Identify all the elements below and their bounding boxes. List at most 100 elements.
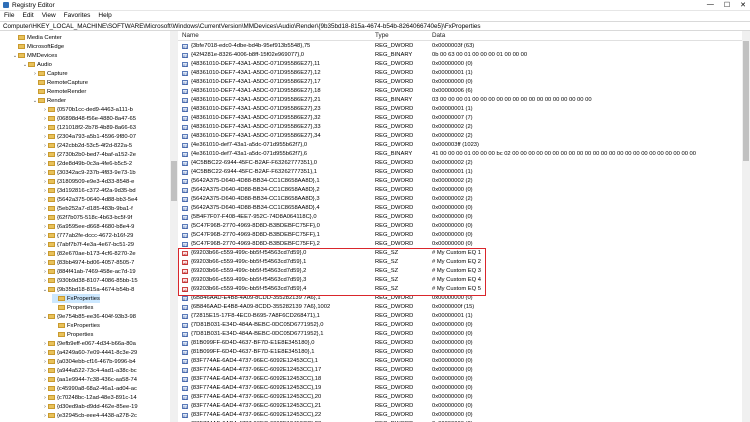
tree-node[interactable]: ⌄ {9e754b85-ee36-404f-93b3-98 <box>42 312 136 321</box>
table-row[interactable]: 01 {48361010-DEF7-43A1-A5DC-071D95586E27}… <box>178 69 750 78</box>
table-row[interactable]: 01 {4C5BBC22-6944-45FC-B2AF-F63262777351}… <box>178 168 750 177</box>
table-row[interactable]: 01 {7D81B031-E34D-484A-BEBC-0DC05D6771952… <box>178 330 750 339</box>
table-row[interactable]: 01 {48361010-DEF7-43A1-A5DC-071D95586E27}… <box>178 60 750 69</box>
tree-node[interactable]: › {9efb9eff-e067-4d34-b66a-80a <box>42 339 136 348</box>
column-type-header[interactable]: Type <box>375 32 389 39</box>
address-bar[interactable]: Computer\HKEY_LOCAL_MACHINE\SOFTWARE\Mic… <box>0 21 750 31</box>
table-row[interactable]: 01 {48361010-DEF7-43A1-A5DC-071D95586E27}… <box>178 96 750 105</box>
tree-node[interactable]: › {777ab2fe-dccc-4672-b16f-29 <box>42 231 133 240</box>
tree-node[interactable]: › {2de8d49b-0c3a-4fe6-b5c5-2 <box>42 159 132 168</box>
tree-node[interactable]: › {2304a793-a5b1-4596-9f80-07 <box>42 132 136 141</box>
value-data: 0x00000000 (0) <box>432 412 473 418</box>
tree-node[interactable]: › {31809509-e9e3-4d33-8548-e <box>42 177 134 186</box>
tree-node[interactable]: RemoteRender <box>32 87 86 96</box>
tree-scrollbar-thumb[interactable] <box>171 161 177 201</box>
table-row[interactable]: 01 {48361010-DEF7-43A1-A5DC-071D95586E27}… <box>178 123 750 132</box>
address-path[interactable]: Computer\HKEY_LOCAL_MACHINE\SOFTWARE\Mic… <box>3 23 481 30</box>
tree-node[interactable]: › {930b9d38-8107-4086-85bb-15 <box>42 276 137 285</box>
tree-node[interactable]: ⌄ Render <box>32 96 66 105</box>
table-row[interactable]: 01 {5C47F96B-2770-4969-8D8D-B3BDEBFC75FF}… <box>178 222 750 231</box>
tree-node-label: {0570b1cc-ded9-4463-a111-b <box>57 106 133 113</box>
table-row[interactable]: 01{83F774AE-6AD4-4737-96EC-6092E12453CC}… <box>178 402 750 411</box>
menu-file[interactable]: File <box>0 11 18 21</box>
close-button[interactable]: ✕ <box>740 1 746 9</box>
tree-node[interactable]: › {a944a522-73c4-4ad1-a38c-bc <box>42 366 136 375</box>
table-row[interactable]: 01 {5C47F96B-2770-4969-8D8D-B3BDEBFC75FF}… <box>178 231 750 240</box>
table-row[interactable]: 01{83F774AE-6AD4-4737-96EC-6092E12453CC}… <box>178 375 750 384</box>
table-row[interactable]: 01{83F774AE-6AD4-4737-96EC-6092E12453CC}… <box>178 357 750 366</box>
tree-node[interactable]: FxProperties <box>52 294 100 303</box>
tree-node[interactable]: › {c70248bc-12ad-48e3-891c-14 <box>42 393 136 402</box>
table-row[interactable]: 01{83F774AE-6AD4-4737-96EC-6092E12453CC}… <box>178 366 750 375</box>
tree-node[interactable]: › {e32945cb-eee4-4438-a278-2c <box>42 411 137 420</box>
tree-node[interactable]: ⌄ Audio <box>22 60 52 69</box>
tree-node[interactable]: ⌄ MMDevices <box>12 51 57 60</box>
tree-node[interactable]: › {d30ed9ab-d9dd-462e-85ee-19 <box>42 402 137 411</box>
table-row[interactable]: 01 {5642A375-D640-4D88-BB34-CC1C8658AA8D}… <box>178 204 750 213</box>
tree-node[interactable]: › {242cbb2d-53c5-4f2d-822a-5 <box>42 141 132 150</box>
tree-node[interactable]: Properties <box>52 303 93 312</box>
table-row[interactable]: 01 {5642A375-D640-4D88-BB34-CC1C8658AA8D}… <box>178 186 750 195</box>
table-row[interactable]: 01 {7D81B031-E34D-484A-BEBC-0DC05D6771952… <box>178 321 750 330</box>
tree-node[interactable]: FxProperties <box>52 321 100 330</box>
registry-tree[interactable]: Media Center MicrosoftEdge ⌄ MMDevices ⌄ Audi… <box>0 31 178 422</box>
tree-node[interactable]: › {5eb252a7-d185-483b-9ba1-f <box>42 204 133 213</box>
table-row[interactable]: 01 {4e361010-def7-43a1-a5dc-071d955b62f7}… <box>178 150 750 159</box>
tree-node[interactable]: › Capture <box>32 69 67 78</box>
tree-node[interactable]: MicrosoftEdge <box>12 42 64 51</box>
menu-help[interactable]: Help <box>94 11 115 21</box>
menu-view[interactable]: View <box>38 11 60 21</box>
table-row[interactable]: 01 {81B099FF-6D4D-4637-BF7D-E1E8E345180},… <box>178 348 750 357</box>
tree-node[interactable]: Properties <box>52 330 93 339</box>
table-row[interactable]: 01{83F774AE-6AD4-4737-96EC-6092E12453CC}… <box>178 393 750 402</box>
tree-node[interactable]: › {6a9595ee-d668-4680-b8e4-9 <box>42 222 134 231</box>
values-scrollbar-thumb[interactable] <box>743 41 749 161</box>
tree-node[interactable]: › {2730b2b0-bed7-4baf-a152-2e <box>42 150 136 159</box>
table-row[interactable]: 01 {48361010-DEF7-43A1-A5DC-071D95586E27}… <box>178 87 750 96</box>
maximize-button[interactable]: ☐ <box>724 1 730 9</box>
table-row[interactable]: 01 {5642A375-D640-4D88-BB34-CC1C8658AA8D}… <box>178 177 750 186</box>
values-scrollbar[interactable] <box>742 31 750 422</box>
table-row[interactable]: 01 {4e361010-def7-43a1-a5dc-071d955b62f7}… <box>178 141 750 150</box>
tree-node[interactable]: › {121018f2-2b78-4b89-8a66-63 <box>42 123 136 132</box>
tree-node[interactable]: ⌄ {9b35bd18-815a-4674-b54b-8 <box>42 285 134 294</box>
tree-node[interactable]: RemoteCapture <box>32 78 88 87</box>
tree-node[interactable]: Media Center <box>12 33 62 42</box>
column-name-header[interactable]: Name <box>182 32 199 39</box>
tree-node[interactable]: › {aa1e9944-7c38-436c-aa58-74 <box>42 375 137 384</box>
tree-node[interactable]: › {30342ac9-237b-4f83-9e73-1b <box>42 168 136 177</box>
menu-edit[interactable]: Edit <box>18 11 37 21</box>
table-row[interactable]: 01 {81B099FF-6D4D-4637-BF7D-E1E8E345180},… <box>178 339 750 348</box>
table-row[interactable]: 01 {48361010-DEF7-43A1-A5DC-071D95586E27}… <box>178 78 750 87</box>
table-row[interactable]: 01{83F774AE-6AD4-4737-96EC-6092E12453CC}… <box>178 411 750 420</box>
value-data: 0x00000000 (0) <box>432 403 473 409</box>
tree-node[interactable]: › {3d192816-c372-4f2a-9d35-bd <box>42 186 136 195</box>
tree-node[interactable]: › {a0304ebb-cf16-467b-9996-b4 <box>42 357 136 366</box>
column-data-header[interactable]: Data <box>432 32 445 39</box>
tree-scrollbar[interactable] <box>170 31 178 422</box>
tree-node[interactable]: › {884f41ab-7469-458e-ac7d-19 <box>42 267 136 276</box>
tree-node[interactable]: › {82e670ae-b173-4cf6-8270-2e <box>42 249 136 258</box>
table-row[interactable]: 01 {3bfe7018-edc0-4dbe-bd4b-95ef913b5548}… <box>178 42 750 51</box>
table-row[interactable]: 01 {5B4F7F07-F408-4EE7-952C-74D8A064118C}… <box>178 213 750 222</box>
tree-node[interactable]: › {0570b1cc-ded9-4463-a111-b <box>42 105 133 114</box>
table-row[interactable]: 01 {72815E15-17F8-4EC0-B695-7A8F6CD268471… <box>178 312 750 321</box>
tree-node[interactable]: › {62f7b075-518c-4b63-bc5f-9f <box>42 213 132 222</box>
table-row[interactable]: 01 {48361010-DEF7-43A1-A5DC-071D95586E27}… <box>178 114 750 123</box>
tree-node[interactable]: › {7abf7b7f-4e3a-4e67-bc51-29 <box>42 240 134 249</box>
minimize-button[interactable]: — <box>707 1 714 9</box>
table-row[interactable]: 01{83F774AE-6AD4-4737-96EC-6092E12453CC}… <box>178 384 750 393</box>
table-row[interactable]: 01 {6B846AAD-E4B8-4A09-8CDD-355282139 7A6… <box>178 303 750 312</box>
table-row[interactable]: 01 {42f4281e-8326-4006-b8ff-15f02e969077}… <box>178 51 750 60</box>
tree-node[interactable]: › {a4249a60-7e09-4441-8c3e-29 <box>42 348 137 357</box>
tree-node[interactable]: › {06898d48-f56e-4880-8a47-65 <box>42 114 136 123</box>
table-row[interactable]: 01 {5642A375-D640-4D88-BB34-CC1C8658AA8D}… <box>178 195 750 204</box>
tree-node[interactable]: › {83bb4974-bd06-4057-8505-7 <box>42 258 134 267</box>
table-row[interactable]: 01 {48361010-DEF7-43A1-A5DC-071D95586E27}… <box>178 105 750 114</box>
folder-icon <box>48 314 55 319</box>
table-row[interactable]: 01 {48361010-DEF7-43A1-A5DC-071D95586E27}… <box>178 132 750 141</box>
menu-favorites[interactable]: Favorites <box>60 11 95 21</box>
tree-node[interactable]: › {5642a375-0640-4d88-bb3-5e4 <box>42 195 137 204</box>
table-row[interactable]: 01 {4C5BBC22-6944-45FC-B2AF-F63262777351}… <box>178 159 750 168</box>
tree-node[interactable]: › {c45990a8-68a2-46a1-ad04-ac <box>42 384 137 393</box>
